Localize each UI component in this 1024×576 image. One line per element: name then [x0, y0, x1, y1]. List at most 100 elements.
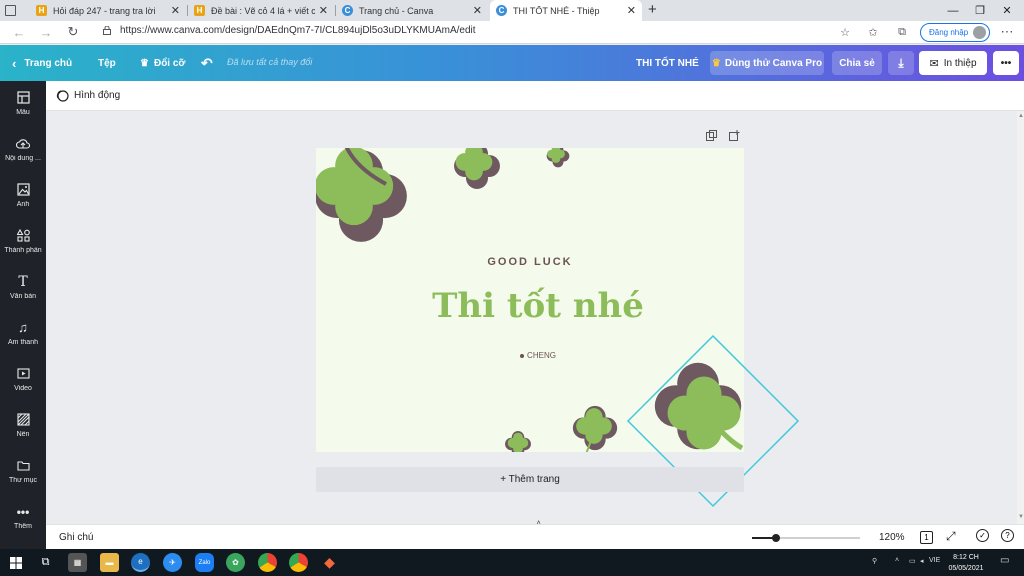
fullscreen-icon[interactable]: ⤢ [946, 529, 956, 544]
sidebar-item-folders[interactable]: Thư mục [0, 449, 46, 493]
zoom-value[interactable]: 120% [879, 532, 905, 543]
tool-app-icon[interactable]: ✿ [226, 553, 245, 572]
windows-start-icon[interactable] [6, 553, 25, 572]
browser-tab-active[interactable]: C THI TỐT NHÉ - Thiệp ✕ [490, 0, 642, 21]
save-status: Đã lưu tất cả thay đổi [227, 57, 313, 67]
edge-browser-icon[interactable]: e [131, 553, 150, 572]
hoidap-favicon-icon: H [194, 5, 205, 16]
editor-footer: Ghi chú 120% 1 ⤢ ✓ ? [46, 524, 1024, 549]
browser-tab[interactable]: H Đề bài : Vẽ cỏ 4 lá + viết chữ " Ti ✕ [188, 0, 334, 21]
zalo-icon[interactable]: Zalo [195, 553, 214, 572]
task-view-icon[interactable]: ⧉ [36, 553, 55, 572]
animate-button[interactable]: Hình động [56, 89, 120, 102]
collections-icon[interactable]: ⧉ [893, 23, 911, 41]
animate-label: Hình động [74, 90, 121, 101]
close-window-icon[interactable]: ✕ [994, 0, 1020, 21]
site-settings-icon[interactable]: ☆ [836, 23, 854, 41]
close-tab-icon[interactable]: ✕ [171, 4, 180, 17]
page-number-button[interactable]: 1 [920, 531, 933, 544]
app-flame-icon[interactable]: ◆ [320, 553, 339, 572]
sidebar-item-background[interactable]: Nền [0, 403, 46, 447]
add-page-button[interactable]: + Thêm trang [316, 467, 744, 492]
file-explorer-icon[interactable]: ▬ [100, 553, 119, 572]
try-pro-button[interactable]: ♛ Dùng thử Canva Pro [710, 51, 824, 75]
try-pro-label: Dùng thử Canva Pro [724, 57, 823, 69]
animate-icon [56, 90, 69, 102]
close-tab-icon[interactable]: ✕ [627, 4, 636, 17]
favorites-icon[interactable]: ✩ [864, 23, 882, 41]
taskbar-clock[interactable]: 8:12 CH 05/05/2021 [944, 552, 988, 574]
language-indicator[interactable]: VIE [929, 557, 940, 564]
author-label: CHENG [527, 351, 556, 360]
sidebar-item-label: Thêm [14, 522, 32, 530]
show-hidden-icons[interactable]: ˄ [895, 557, 899, 564]
reload-icon[interactable]: ↻ [64, 23, 82, 41]
people-icon[interactable]: ⚲ [872, 557, 877, 565]
video-icon [16, 367, 30, 381]
window-menu-icon[interactable] [5, 5, 16, 16]
more-icon: ••• [16, 504, 30, 519]
card-subtitle[interactable]: GOOD LUCK [316, 256, 744, 268]
lock-icon[interactable] [103, 26, 111, 35]
calculator-icon[interactable]: ▦ [68, 553, 87, 572]
scroll-down-arrow[interactable]: ▼ [1018, 514, 1024, 520]
sidebar-item-label: Video [14, 384, 32, 392]
photo-icon [16, 183, 30, 197]
sidebar-item-label: Nền [16, 430, 30, 438]
sidebar-item-elements[interactable]: Thành phần [0, 219, 46, 263]
sidebar-item-text[interactable]: T Văn bản [0, 265, 46, 309]
notes-button[interactable]: Ghi chú [59, 532, 93, 543]
hoidap-favicon-icon: H [36, 5, 47, 16]
new-tab-button[interactable]: + [648, 1, 657, 18]
messenger-icon[interactable]: ✈ [163, 553, 182, 572]
restore-icon[interactable]: ❐ [967, 0, 993, 21]
sidebar-item-photos[interactable]: Ảnh [0, 173, 46, 217]
sidebar-item-templates[interactable]: Mẫu [0, 81, 46, 125]
clock-date: 05/05/2021 [948, 565, 984, 572]
sign-in-button[interactable]: Đăng nhập [920, 23, 990, 42]
back-icon[interactable]: ← [10, 23, 28, 41]
share-button[interactable]: Chia sẻ [832, 51, 882, 75]
more-options-icon[interactable]: ••• [993, 51, 1019, 75]
browser-tab[interactable]: C Trang chủ - Canva ✕ [336, 0, 488, 21]
chrome-icon[interactable] [258, 553, 277, 572]
sidebar-item-uploads[interactable]: Nội dung ... [0, 127, 46, 171]
check-circle-icon[interactable]: ✓ [976, 529, 989, 542]
minimize-icon[interactable]: — [940, 0, 966, 21]
resize-button[interactable]: ♛ Đổi cỡ [140, 45, 186, 81]
volume-icon[interactable]: ◂ [920, 557, 924, 565]
network-icon[interactable]: ▭ [909, 557, 916, 565]
scroll-up-arrow[interactable]: ▲ [1018, 113, 1024, 119]
file-menu-button[interactable]: Tệp [98, 45, 116, 81]
print-button[interactable]: ✉ In thiệp [919, 51, 987, 75]
url-field[interactable]: https://www.canva.com/design/DAEdnQm7-7I… [120, 25, 476, 36]
canvas-scrollbar[interactable]: ▲ ▼ [1017, 111, 1024, 524]
music-icon: ♫ [18, 320, 28, 335]
notification-icon[interactable]: ▭ [1000, 555, 1009, 566]
undo-icon[interactable]: ↶ [201, 45, 213, 81]
windows-taskbar: ⧉ ▦ ▬ e ✈ Zalo ✿ ◆ ⚲ ˄ ▭ ◂ VIE 8:12 CH 0… [0, 549, 1024, 576]
zoom-slider[interactable] [752, 534, 860, 542]
sidebar-item-video[interactable]: Video [0, 357, 46, 401]
add-page-icon[interactable] [729, 130, 740, 141]
download-icon[interactable]: ⤓ [888, 51, 914, 75]
chevron-left-icon: ‹ [12, 55, 17, 71]
tab-title: Trang chủ - Canva [359, 5, 434, 16]
help-icon[interactable]: ? [1001, 529, 1014, 542]
browser-tab[interactable]: H Hỏi đáp 247 - trang tra lời ✕ [30, 0, 186, 21]
close-tab-icon[interactable]: ✕ [319, 4, 328, 17]
forward-icon[interactable]: → [37, 23, 55, 41]
sidebar-item-label: Âm thanh [8, 338, 38, 346]
sidebar-item-more[interactable]: ••• Thêm [0, 495, 46, 539]
duplicate-page-icon[interactable] [706, 130, 717, 141]
sidebar-item-label: Văn bản [9, 292, 37, 300]
design-title[interactable]: THI TỐT NHÉ [636, 45, 699, 81]
sidebar-item-audio[interactable]: ♫ Âm thanh [0, 311, 46, 355]
sign-in-label: Đăng nhập [929, 28, 969, 37]
card-title[interactable]: Thi tốt nhé [316, 286, 744, 326]
chrome-icon[interactable] [289, 553, 308, 572]
browser-menu-icon[interactable]: ⋯ [998, 23, 1016, 41]
home-button[interactable]: ‹ Trang chủ [12, 45, 72, 81]
zoom-knob[interactable] [771, 534, 780, 542]
close-tab-icon[interactable]: ✕ [473, 4, 482, 17]
